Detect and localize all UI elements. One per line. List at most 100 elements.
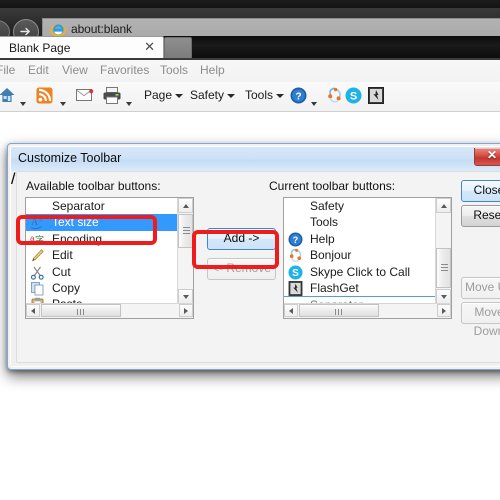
list-item[interactable]: Safety [284,198,436,214]
available-list-items: Separator A A Text size a 字 Encoding Edi… [26,198,178,304]
scrollbar-grip-icon [183,227,190,235]
remove-button[interactable]: <- Remove [207,258,276,280]
list-item[interactable]: Cut [26,264,178,280]
skype-button[interactable]: S [345,87,362,109]
feeds-dropdown-caret[interactable] [60,93,66,111]
scroll-up-button[interactable] [436,198,451,213]
scroll-right-button[interactable] [179,304,193,317]
skype-icon: S [345,87,362,104]
copy-icon [31,282,44,296]
available-list-vertical-scrollbar[interactable] [177,198,193,304]
current-item-label: Tools [310,215,339,230]
available-item-label: Encoding [52,231,103,246]
list-item[interactable]: S Skype Click to Call [284,264,436,280]
hscrollbar-thumb[interactable] [41,304,121,317]
list-item[interactable]: Separator [26,198,178,214]
list-item[interactable]: Bonjour [284,247,436,263]
tools-menu-button[interactable]: Tools [245,88,285,102]
available-buttons-list[interactable]: Separator A A Text size a 字 Encoding Edi… [25,197,194,319]
add-button[interactable]: Add -> [207,228,276,250]
available-list-horizontal-scrollbar[interactable] [26,303,193,318]
safety-menu-button[interactable]: Safety [190,88,236,102]
bonjour-button[interactable] [326,87,343,109]
menu-item-view[interactable]: View [62,63,88,77]
hscrollbar-thumb[interactable] [299,304,379,317]
move-up-button[interactable]: Move Up [461,277,500,299]
available-item-label: Copy [52,280,81,295]
current-list-horizontal-scrollbar[interactable] [284,303,451,318]
menu-item-favorites[interactable]: Favorites [100,63,149,77]
scroll-left-button[interactable] [26,304,40,317]
help-button[interactable]: ? [290,87,307,109]
add-button-label: Add -> [223,231,260,245]
hscrollbar-grip-icon [77,309,86,315]
menu-item-edit[interactable]: Edit [28,63,49,77]
current-buttons-list[interactable]: Safety Tools ? Help Bonjour S Skype Clic… [283,197,452,319]
menu-item-file[interactable]: File [0,63,15,77]
dialog-title-bar[interactable]: Customize Toolbar ✕ [11,147,500,171]
move-down-button[interactable]: Move Down [461,302,500,338]
home-dropdown-caret[interactable] [20,93,26,111]
current-list-vertical-scrollbar[interactable] [435,198,451,304]
list-item[interactable]: a 字 Encoding [26,231,178,247]
flashget-button[interactable] [368,87,384,109]
dialog-inner-frame: Customize Toolbar ✕ Available toolbar bu… [10,146,500,367]
mail-button[interactable] [76,89,94,107]
list-item[interactable]: FlashGet [284,280,436,296]
scroll-up-button[interactable] [178,198,193,213]
window-titlebar [0,0,500,8]
current-item-label: Skype Click to Call [310,264,411,279]
dialog-title: Customize Toolbar [18,151,122,165]
new-tab-button[interactable] [164,37,192,61]
list-item[interactable]: ? Help [284,231,436,247]
dialog-body: Available toolbar buttons: Current toolb… [11,171,500,366]
page-menu-button[interactable]: Page [144,88,184,102]
scrollbar-thumb[interactable] [178,214,193,248]
scrollbar-thumb[interactable] [436,248,451,288]
scroll-left-button[interactable] [284,304,298,317]
svg-text:S: S [292,268,299,279]
current-buttons-label: Current toolbar buttons: [269,179,396,193]
help-question-icon: ? [288,232,303,247]
help-dropdown-caret[interactable] [311,93,317,111]
address-bar-row: about:blank [0,8,500,45]
feeds-button[interactable] [36,87,53,109]
dialog-close-button[interactable]: ✕ [474,148,500,166]
address-text: about:blank [71,22,132,36]
tab-close-icon[interactable]: ✕ [144,40,155,54]
print-button[interactable] [102,86,122,110]
svg-text:A: A [38,218,43,224]
menu-item-tools[interactable]: Tools [160,63,188,77]
reset-button[interactable]: Reset [461,205,500,227]
svg-text:?: ? [293,235,299,245]
mail-icon [76,89,94,101]
rss-icon [36,87,53,104]
close-dialog-button[interactable]: Close [461,180,500,202]
list-item[interactable]: Tools [284,214,436,230]
list-item[interactable]: Copy [26,280,178,296]
help-question-icon: ? [290,87,307,104]
tab-blank-page[interactable]: Blank Page ✕ [0,36,164,61]
menu-item-help[interactable]: Help [200,63,225,77]
menu-bar: File Edit View Favorites Tools Help [0,60,500,83]
bonjour-icon [328,87,341,103]
list-item-text-size[interactable]: A A Text size [26,214,178,231]
available-buttons-label: Available toolbar buttons: [26,179,161,193]
skype-icon: S [288,265,303,280]
svg-text:S: S [350,91,357,103]
page-menu-label: Page [144,88,173,102]
available-item-label: Edit [52,248,73,263]
print-dropdown-caret[interactable] [126,93,132,111]
command-bar: Page Safety Tools ? S [0,82,500,112]
home-button[interactable] [0,86,16,109]
svg-text:?: ? [295,91,301,102]
text-size-icon: A A [30,217,43,230]
scroll-down-button[interactable] [178,289,193,304]
reset-button-label: Reset [473,208,500,222]
scroll-right-button[interactable] [437,304,451,317]
printer-icon [103,87,121,104]
list-item[interactable]: Edit [26,247,178,263]
flashget-icon [288,281,303,296]
scroll-down-button[interactable] [436,289,451,304]
remove-button-label: <- Remove [211,261,272,275]
